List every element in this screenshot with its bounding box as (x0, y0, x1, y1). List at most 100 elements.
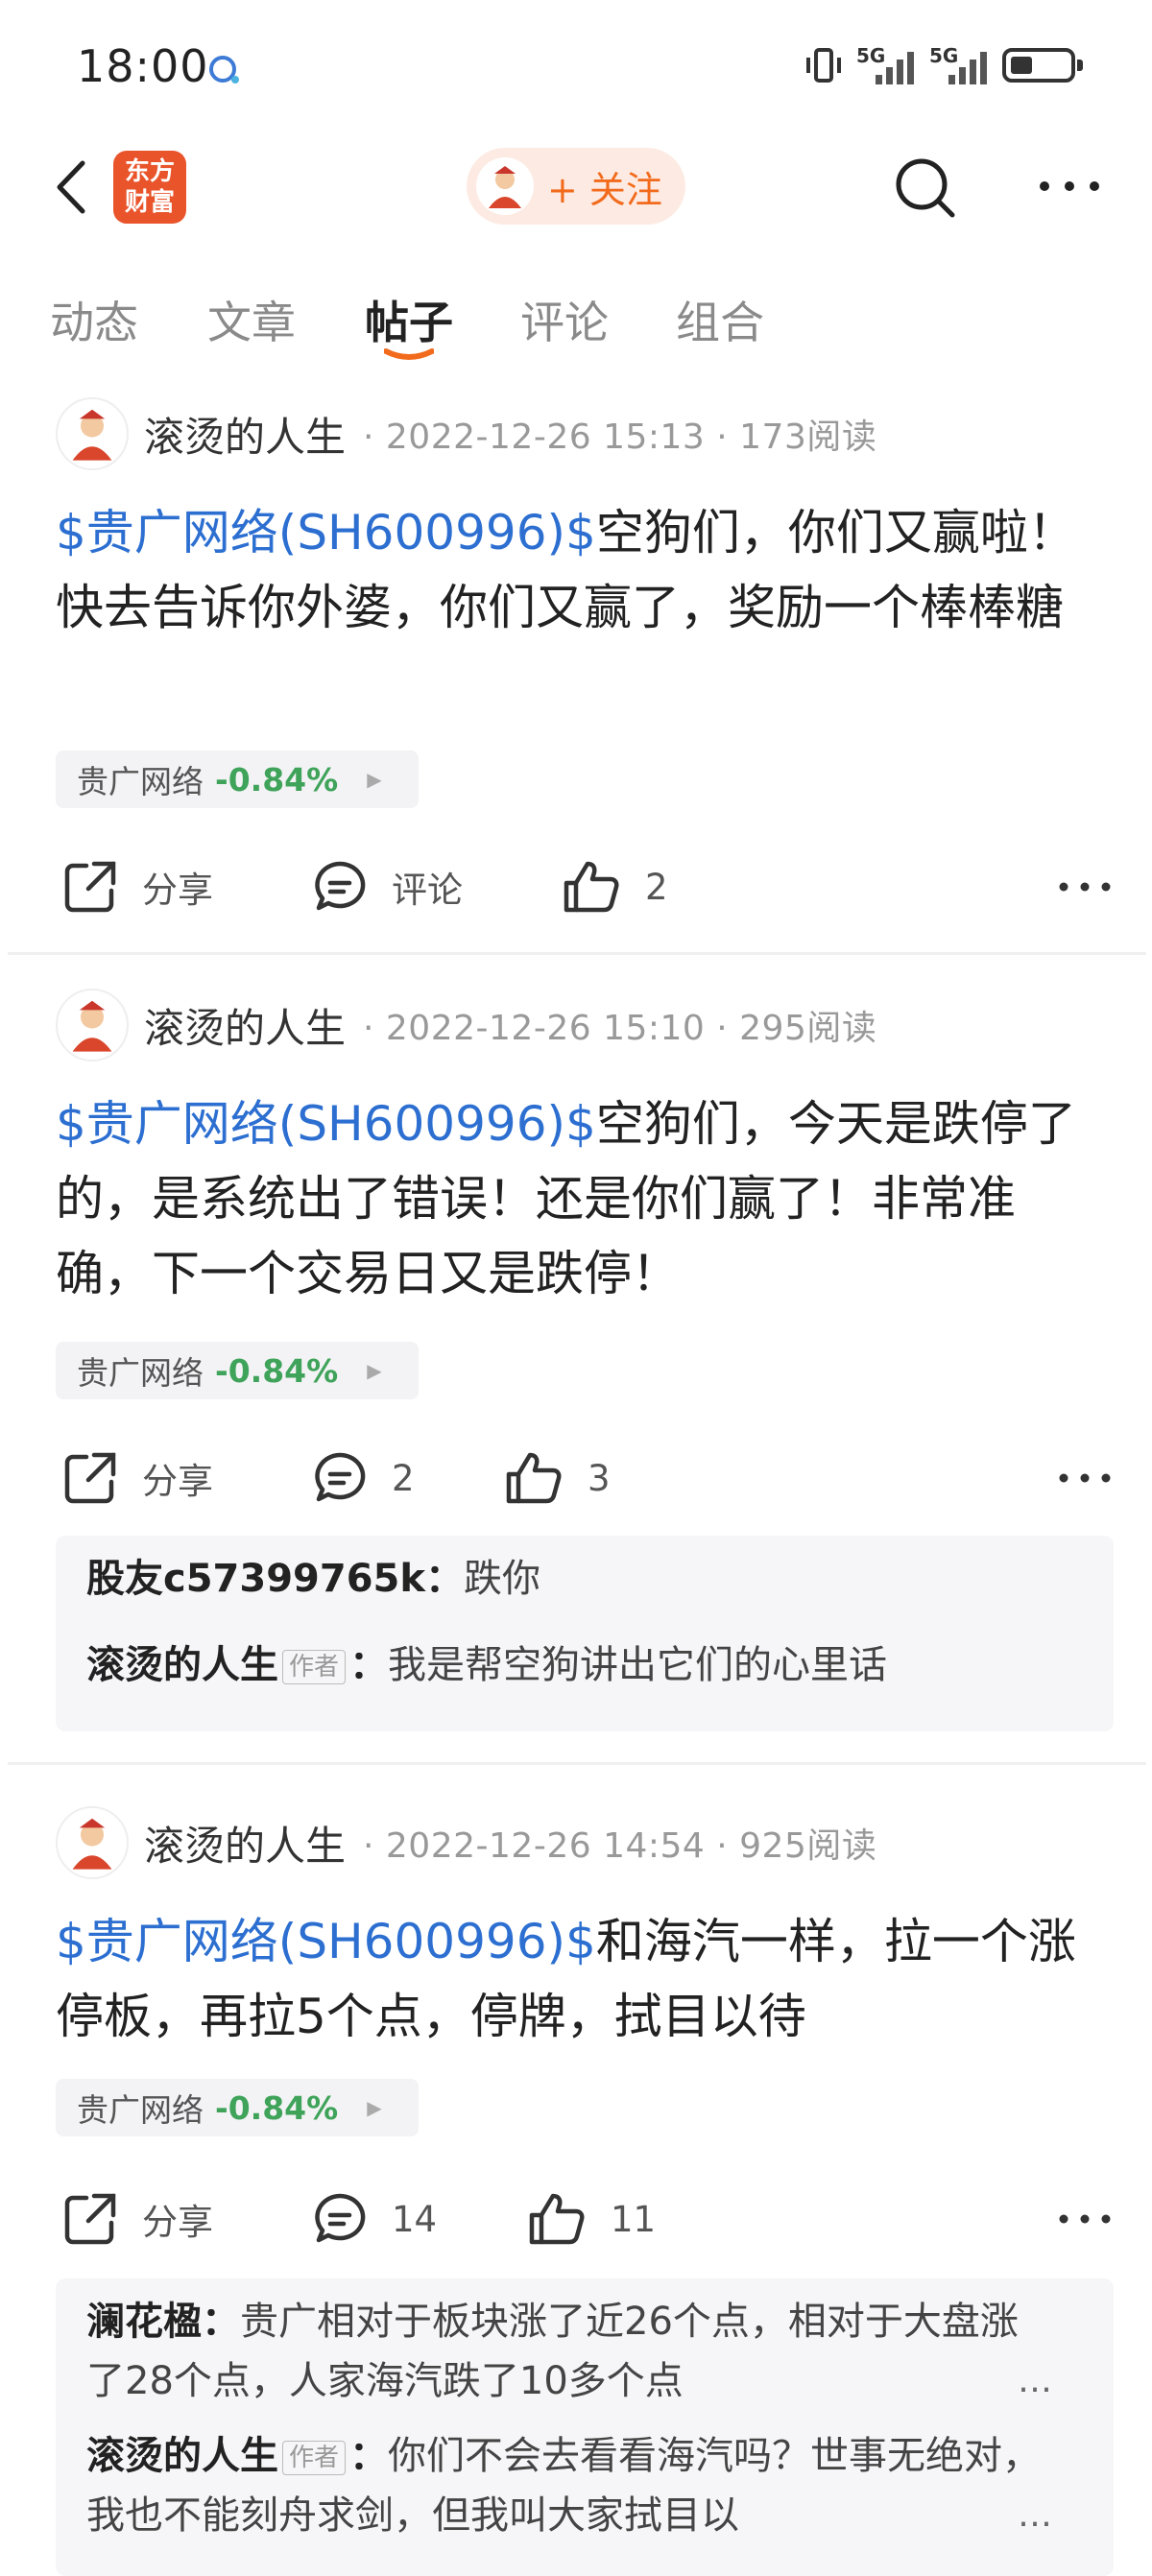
like-icon (529, 2193, 585, 2245)
share-button[interactable]: 分享 (61, 858, 213, 916)
comment-button[interactable]: 评论 (311, 858, 463, 916)
comment-button[interactable]: 14 (311, 2190, 437, 2248)
more-icon[interactable] (1058, 2209, 1112, 2229)
comment-count: 评论 (392, 870, 463, 911)
more-button[interactable] (1037, 167, 1102, 205)
post-datetime: 2022-12-26 15:13 (385, 417, 706, 457)
post-meta: · 2022-12-26 15:10 · 295阅读 (363, 1009, 877, 1048)
like-button[interactable]: 11 (526, 2190, 656, 2248)
tab-comments[interactable]: 评论 (520, 288, 609, 351)
comment-icon (315, 1452, 366, 1502)
post-author-row: 滚烫的人生 · 2022-12-26 15:10 · 295阅读 (56, 987, 876, 1063)
like-count: 3 (588, 1457, 611, 1499)
post-actions: 分享 评论 2 (56, 848, 1112, 925)
stock-name: 贵广网络 (77, 763, 204, 800)
follow-button[interactable]: + 关注 (467, 148, 685, 225)
author-name[interactable]: 滚烫的人生 (144, 996, 346, 1055)
like-count: 11 (611, 2198, 657, 2240)
back-button[interactable] (46, 154, 104, 221)
comment-preview[interactable]: 澜花楹：贵广相对于板块涨了近26个点，相对于大盘涨了28个点，人家海汽跌了10多… (56, 2278, 1114, 2576)
author-name[interactable]: 滚烫的人生 (144, 405, 346, 464)
share-label: 分享 (142, 870, 213, 911)
share-button[interactable]: 分享 (61, 1449, 213, 1507)
search-icon (896, 158, 955, 218)
avatar (476, 157, 534, 215)
share-icon (64, 1452, 116, 1504)
stock-quote-chip[interactable]: 贵广网络 -0.84% ▶ (56, 751, 419, 808)
stock-change: -0.84% (215, 1351, 339, 1390)
status-icons: 5G 5G (803, 44, 1083, 86)
divider (8, 1762, 1146, 1765)
divider (8, 952, 1146, 955)
tab-portfolio[interactable]: 组合 (676, 288, 764, 351)
post-content[interactable]: $贵广网络(SH600996)$和海汽一样，拉一个涨停板，再拉5个点，停牌，拭目… (56, 1904, 1102, 2054)
post-actions: 分享 2 3 (56, 1440, 1112, 1516)
like-button[interactable]: 2 (561, 858, 668, 916)
author-name[interactable]: 滚烫的人生 (144, 1814, 346, 1872)
signal-icon: 5G (856, 44, 918, 86)
avatar[interactable] (56, 989, 129, 1061)
post-datetime: 2022-12-26 15:10 (385, 1009, 706, 1048)
tab-dynamics[interactable]: 动态 (50, 288, 138, 351)
tab-articles[interactable]: 文章 (207, 288, 296, 351)
post-datetime: 2022-12-26 14:54 (385, 1826, 706, 1866)
more-icon[interactable] (1058, 1468, 1112, 1488)
commenter-name[interactable]: 滚烫的人生 (86, 1643, 278, 1687)
post-reads: 173阅读 (739, 417, 877, 457)
stock-name: 贵广网络 (77, 2091, 204, 2129)
stock-change: -0.84% (215, 760, 339, 799)
post-actions: 分享 14 11 (56, 2181, 1112, 2257)
expand-ellipsis[interactable]: … (1018, 2351, 1052, 2411)
message-bubble-icon (205, 52, 244, 94)
battery-icon (1002, 48, 1083, 83)
like-icon (506, 1452, 562, 1504)
comment-item: 滚烫的人生 作者 ：你们不会去看看海汽吗？世事无绝对，我也不能刻舟求剑，但我叫大家拭… (86, 2426, 1083, 2545)
comment-icon (315, 861, 366, 911)
share-button[interactable]: 分享 (61, 2190, 213, 2248)
top-nav-bar: 东方 财富 + 关注 (0, 134, 1152, 240)
avatar[interactable] (56, 1806, 129, 1879)
like-button[interactable]: 3 (503, 1449, 611, 1507)
stock-quote-chip[interactable]: 贵广网络 -0.84% ▶ (56, 1342, 419, 1399)
status-time: 18:00 (77, 40, 209, 92)
commenter-name[interactable]: 滚烫的人生 (86, 2434, 278, 2478)
comment-item: 股友c57399765k：跌你 (86, 1557, 540, 1601)
more-icon (1040, 181, 1099, 191)
more-icon[interactable] (1058, 877, 1112, 896)
play-arrow-icon: ▶ (367, 2096, 382, 2119)
stock-name: 贵广网络 (77, 1354, 204, 1392)
play-arrow-icon: ▶ (367, 1359, 382, 1382)
share-label: 分享 (142, 2202, 213, 2243)
commenter-name[interactable]: 澜花楹 (86, 2300, 202, 2344)
stock-change: -0.84% (215, 2088, 339, 2127)
author-badge: 作者 (282, 1650, 347, 1684)
stock-link[interactable]: $贵广网络(SH600996)$ (56, 1914, 596, 1969)
expand-ellipsis[interactable]: … (1018, 2486, 1052, 2545)
comment-preview[interactable]: 股友c57399765k：跌你 滚烫的人生 作者 ：我是帮空狗讲出它们的心里话 (56, 1536, 1114, 1731)
share-icon (64, 2193, 116, 2245)
post-content[interactable]: $贵广网络(SH600996)$空狗们，今天是跌停了的，是系统出了错误！还是你们… (56, 1086, 1102, 1311)
commenter-name[interactable]: 股友c57399765k (86, 1557, 425, 1601)
stock-link[interactable]: $贵广网络(SH600996)$ (56, 505, 596, 561)
comment-count: 14 (392, 2198, 438, 2240)
avatar[interactable] (56, 397, 129, 470)
post-meta: · 2022-12-26 14:54 · 925阅读 (363, 1826, 877, 1866)
search-button[interactable] (891, 154, 960, 223)
comment-button[interactable]: 2 (311, 1449, 415, 1507)
like-count: 2 (645, 866, 668, 908)
avatar-icon (489, 166, 521, 208)
post-content[interactable]: $贵广网络(SH600996)$空狗们，你们又赢啦！快去告诉你外婆，你们又赢了，… (56, 495, 1102, 645)
post-author-row: 滚烫的人生 · 2022-12-26 14:54 · 925阅读 (56, 1804, 876, 1881)
signal-icon: 5G (929, 44, 991, 86)
stock-link[interactable]: $贵广网络(SH600996)$ (56, 1096, 596, 1152)
tab-posts[interactable]: 帖子 (365, 288, 453, 351)
post-reads: 295阅读 (739, 1009, 877, 1048)
comment-text: 我是帮空狗讲出它们的心里话 (388, 1643, 888, 1687)
follow-label: + 关注 (547, 168, 662, 211)
avatar-icon (72, 1818, 112, 1870)
tab-bar: 动态 文章 帖子 评论 组合 (0, 278, 1152, 374)
app-logo: 东方 财富 (113, 151, 186, 224)
stock-quote-chip[interactable]: 贵广网络 -0.84% ▶ (56, 2079, 419, 2136)
share-label: 分享 (142, 1461, 213, 1502)
status-bar: 18:00 5G 5G (0, 0, 1152, 134)
